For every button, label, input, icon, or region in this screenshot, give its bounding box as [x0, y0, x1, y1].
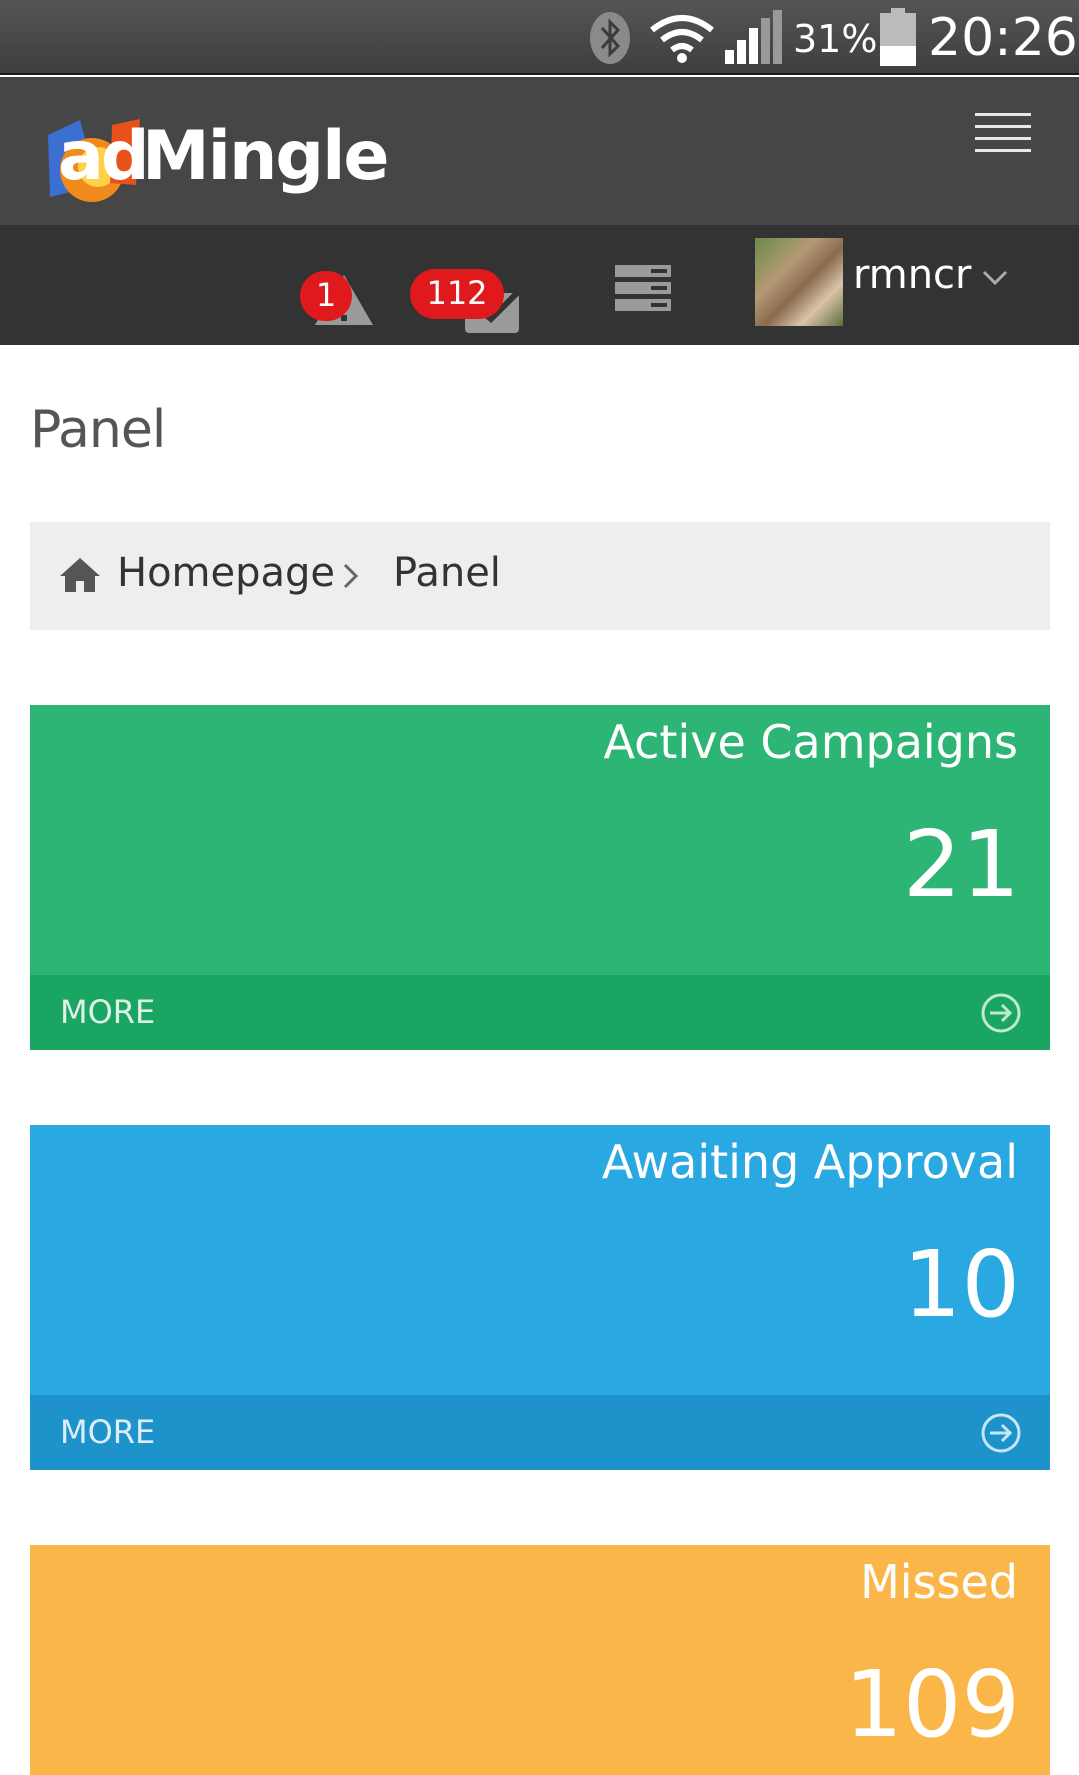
status-bar: 31% 20:26	[0, 0, 1079, 75]
username: rmncr	[853, 252, 972, 298]
app-header: ad Mingle	[0, 77, 1079, 225]
user-menu[interactable]: rmncr	[755, 238, 1025, 330]
logo-text-mingle: Mingle	[142, 117, 389, 196]
messages-button[interactable]: 112	[410, 245, 530, 335]
alerts-badge: 1	[300, 271, 352, 321]
arrow-circle-right-icon	[981, 1413, 1021, 1453]
alerts-button[interactable]: 1	[300, 253, 390, 333]
breadcrumb-home-link[interactable]: Homepage	[117, 550, 335, 596]
stat-tile-active-campaigns: Active Campaigns 21 MORE	[30, 705, 1050, 1050]
tile-value: 10	[902, 1231, 1020, 1338]
stat-tile-awaiting-approval: Awaiting Approval 10 MORE	[30, 1125, 1050, 1470]
tasks-button[interactable]	[615, 265, 675, 315]
wifi-icon	[650, 15, 714, 63]
more-link[interactable]: MORE	[30, 1395, 1050, 1470]
chevron-down-icon	[982, 270, 1008, 286]
stat-tile-missed: Missed 109	[30, 1545, 1050, 1775]
signal-icon	[725, 10, 782, 64]
hamburger-icon-line	[975, 125, 1031, 128]
avatar	[755, 238, 843, 326]
breadcrumb-current: Panel	[393, 550, 501, 596]
hamburger-icon-line	[975, 137, 1031, 140]
home-icon	[60, 558, 100, 592]
hamburger-icon-line	[975, 113, 1031, 116]
battery-icon	[880, 8, 916, 66]
server-list-icon	[615, 265, 671, 311]
more-label: MORE	[60, 993, 156, 1031]
chevron-right-icon	[343, 563, 359, 589]
tile-title: Missed	[860, 1555, 1018, 1609]
logo-text-ad: ad	[58, 117, 150, 196]
arrow-circle-right-icon	[981, 993, 1021, 1033]
hamburger-icon-line	[975, 149, 1031, 152]
bluetooth-icon	[590, 12, 630, 64]
more-label: MORE	[60, 1413, 156, 1451]
messages-badge: 112	[410, 269, 504, 319]
page-title: Panel	[30, 400, 166, 460]
menu-toggle-button[interactable]	[975, 113, 1031, 155]
battery-percent: 31%	[793, 17, 878, 61]
tile-title: Awaiting Approval	[601, 1135, 1018, 1189]
tile-title: Active Campaigns	[603, 715, 1018, 769]
top-toolbar: 1 112 rmncr	[0, 225, 1079, 345]
logo[interactable]: ad Mingle	[40, 115, 389, 205]
more-link[interactable]: MORE	[30, 975, 1050, 1050]
breadcrumb: Homepage Panel	[30, 522, 1050, 630]
tile-value: 109	[844, 1651, 1020, 1758]
clock: 20:26	[928, 8, 1078, 68]
tile-value: 21	[902, 811, 1020, 918]
